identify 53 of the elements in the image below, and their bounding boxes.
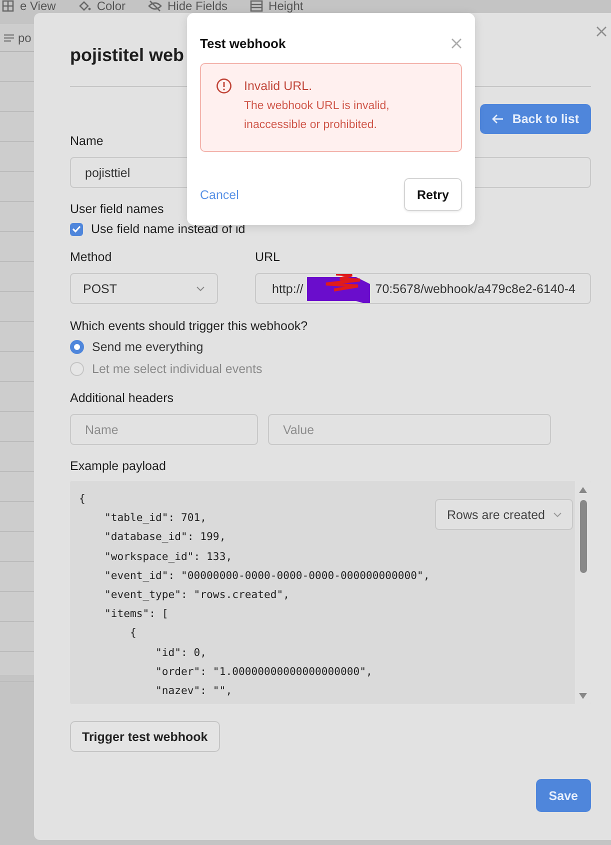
error-message: The webhook URL is invalid, inaccessible or prohibited.: [244, 99, 390, 133]
chevron-down-icon: [553, 512, 562, 518]
code-line: {: [79, 492, 86, 507]
long-text-icon: [4, 34, 14, 42]
close-icon[interactable]: [451, 38, 462, 48]
code-line: "order": "1.00000000000000000000",: [154, 664, 372, 680]
chevron-down-icon: [196, 286, 205, 292]
section-label: Additional headers: [70, 390, 175, 406]
error-title: Invalid URL.: [244, 78, 314, 95]
back-to-list-button[interactable]: Back to list: [480, 104, 591, 134]
radio-label[interactable]: Let me select individual events: [92, 362, 262, 376]
field-label: User field names: [70, 201, 165, 217]
radio-label[interactable]: Send me everything: [92, 340, 204, 354]
code-line: {: [129, 626, 136, 642]
toolbar-label[interactable]: e View: [20, 0, 56, 12]
section-label: Which events should trigger this webhook?: [70, 318, 309, 334]
save-button[interactable]: Save: [536, 779, 591, 812]
header-value-input[interactable]: Value: [268, 414, 551, 445]
radio-button[interactable]: [70, 362, 84, 376]
retry-button[interactable]: Retry: [404, 178, 462, 211]
code-line: "database_id": 199,: [104, 530, 226, 546]
field-label: Method: [70, 249, 113, 265]
eye-slash-icon[interactable]: [148, 0, 162, 12]
toolbar-label[interactable]: Hide Fields: [168, 0, 228, 12]
section-label: Example payload: [70, 458, 167, 474]
code-line: "nazev": "",: [154, 684, 232, 700]
checkbox[interactable]: [70, 222, 83, 236]
grid-icon[interactable]: [2, 0, 14, 12]
toolbar-label[interactable]: Height: [268, 0, 304, 12]
paint-bucket-icon[interactable]: [78, 0, 91, 12]
header-name-input[interactable]: Name: [70, 414, 258, 445]
close-icon[interactable]: [596, 26, 607, 37]
url-input[interactable]: http:// 70:5678/webhook/a479c8e2-6140-4: [255, 273, 591, 304]
toolbar-label[interactable]: Color: [96, 0, 126, 12]
radio-button[interactable]: [70, 340, 84, 354]
method-select[interactable]: POST: [70, 273, 218, 304]
column-header[interactable]: po: [18, 30, 32, 44]
modal-title: pojistitel web: [70, 44, 184, 67]
code-line: "id": 0,: [154, 646, 207, 661]
field-label: Name: [70, 134, 104, 148]
code-line: "workspace_id": 133,: [104, 550, 232, 565]
code-line: "event_id": "00000000-0000-0000-0000-000000000000",: [104, 568, 430, 584]
trigger-test-webhook-button[interactable]: Trigger test webhook: [70, 721, 220, 752]
cancel-link[interactable]: Cancel: [200, 188, 239, 202]
code-line: "table_id": 701,: [104, 511, 207, 526]
code-line: "items": [: [104, 607, 168, 622]
code-line: "event_type": "rows.created",: [104, 588, 290, 604]
event-select[interactable]: Rows are created: [435, 499, 573, 530]
field-label: URL: [255, 249, 282, 265]
row-height-icon[interactable]: [250, 0, 263, 12]
exclamation-circle-icon: [216, 78, 232, 94]
dialog-title: Test webhook: [200, 36, 286, 50]
arrow-left-icon: [492, 114, 504, 124]
